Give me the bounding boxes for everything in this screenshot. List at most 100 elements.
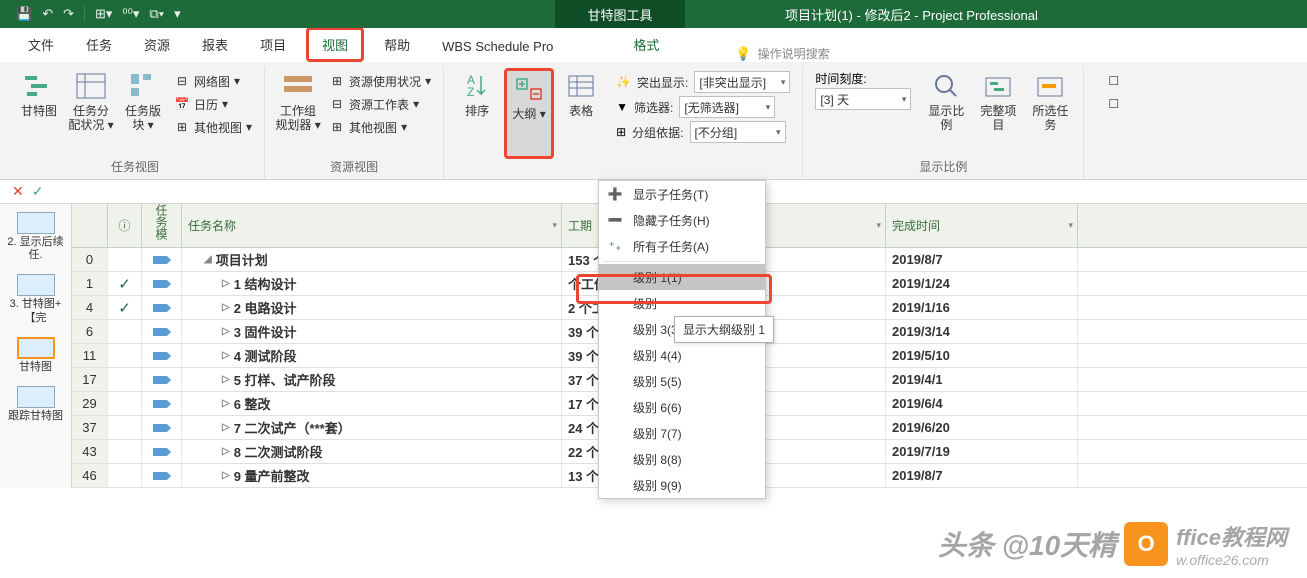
cell-info[interactable] <box>108 344 142 367</box>
team-planner-button[interactable]: 工作组规划器 ▾ <box>273 68 323 156</box>
tell-me-search[interactable]: 操作说明搜索 <box>735 45 829 62</box>
cell-finish[interactable]: 2019/6/4 <box>886 392 1078 415</box>
row-number[interactable]: 43 <box>72 440 108 463</box>
tab-report[interactable]: 报表 <box>186 27 244 62</box>
qat-dropdown-icon[interactable]: ▾ <box>174 6 181 22</box>
row-number[interactable]: 37 <box>72 416 108 439</box>
level-1-item[interactable]: 级别 1(1) <box>599 264 765 290</box>
expand-icon[interactable]: ◢ <box>204 254 212 265</box>
cell-name[interactable]: ◢项目计划 <box>182 248 562 271</box>
level-4-item[interactable]: 级别 4(4) <box>599 342 765 368</box>
checkbox[interactable]: ☐ <box>1108 93 1119 115</box>
level-9-item[interactable]: 级别 9(9) <box>599 472 765 498</box>
cell-mode[interactable] <box>142 320 182 343</box>
row-number[interactable]: 11 <box>72 344 108 367</box>
cell-info[interactable] <box>108 464 142 487</box>
qat-icon[interactable]: ⧉▾ <box>149 6 164 22</box>
network-diagram-button[interactable]: ⊟网络图 ▾ <box>174 70 252 92</box>
cell-name[interactable]: ▷4 测试阶段 <box>182 344 562 367</box>
dropdown-icon[interactable]: ▾ <box>552 220 557 231</box>
cell-mode[interactable] <box>142 344 182 367</box>
expand-icon[interactable]: ▷ <box>222 446 230 457</box>
task-usage-button[interactable]: 任务分配状况 ▾ <box>66 68 116 156</box>
cell-name[interactable]: ▷6 整改 <box>182 392 562 415</box>
cell-info[interactable]: ✓ <box>108 272 142 295</box>
expand-icon[interactable]: ▷ <box>222 422 230 433</box>
cell-mode[interactable] <box>142 296 182 319</box>
cell-finish[interactable]: 2019/1/16 <box>886 296 1078 319</box>
highlight-filter[interactable]: ✨ 突出显示: [非突出显示]▾ <box>616 70 790 94</box>
cell-mode[interactable] <box>142 464 182 487</box>
dropdown-icon[interactable]: ▾ <box>876 220 881 231</box>
view-item-4[interactable]: 跟踪甘特图 <box>2 382 69 427</box>
checkbox[interactable]: ☐ <box>1108 70 1119 92</box>
filter[interactable]: ▼ 筛选器: [无筛选器]▾ <box>616 95 790 119</box>
expand-icon[interactable]: ▷ <box>222 374 230 385</box>
accept-icon[interactable]: ✓ <box>32 183 44 200</box>
cell-info[interactable]: ✓ <box>108 296 142 319</box>
tab-format[interactable]: 格式 <box>617 27 675 62</box>
cell-mode[interactable] <box>142 440 182 463</box>
expand-icon[interactable]: ▷ <box>222 278 230 289</box>
level-2-item[interactable]: 级别 <box>599 290 765 316</box>
cell-name[interactable]: ▷3 固件设计 <box>182 320 562 343</box>
outline-button[interactable]: 大纲 ▾ <box>504 68 554 159</box>
other-views-button[interactable]: ⊞其他视图 ▾ <box>174 116 252 138</box>
tab-project[interactable]: 项目 <box>244 27 302 62</box>
view-item-3[interactable]: 甘特图 <box>2 333 69 378</box>
cell-info[interactable] <box>108 440 142 463</box>
cell-info[interactable] <box>108 416 142 439</box>
cell-finish[interactable]: 2019/3/14 <box>886 320 1078 343</box>
cell-finish[interactable]: 2019/8/7 <box>886 464 1078 487</box>
tab-view[interactable]: 视图 <box>306 27 364 62</box>
row-number[interactable]: 46 <box>72 464 108 487</box>
row-number[interactable]: 17 <box>72 368 108 391</box>
filter-combo[interactable]: [无筛选器]▾ <box>679 96 775 118</box>
cell-mode[interactable] <box>142 248 182 271</box>
cell-info[interactable] <box>108 368 142 391</box>
group-by[interactable]: ⊞ 分组依据: [不分组]▾ <box>616 120 790 144</box>
tab-resource[interactable]: 资源 <box>128 27 186 62</box>
task-board-button[interactable]: 任务版块 ▾ <box>118 68 168 156</box>
cell-mode[interactable] <box>142 272 182 295</box>
row-number[interactable]: 29 <box>72 392 108 415</box>
tab-task[interactable]: 任务 <box>70 27 128 62</box>
cell-mode[interactable] <box>142 416 182 439</box>
level-5-item[interactable]: 级别 5(5) <box>599 368 765 394</box>
row-number[interactable]: 6 <box>72 320 108 343</box>
cell-finish[interactable]: 2019/1/24 <box>886 272 1078 295</box>
hide-subtasks-item[interactable]: ➖隐藏子任务(H) <box>599 207 765 233</box>
cell-mode[interactable] <box>142 368 182 391</box>
col-finish[interactable]: 完成时间▾ <box>886 204 1078 247</box>
col-info[interactable]: ⓘ <box>108 204 142 247</box>
tab-wbs[interactable]: WBS Schedule Pro <box>426 31 569 62</box>
resource-usage-button[interactable]: ⊞资源使用状况 ▾ <box>329 70 431 92</box>
expand-icon[interactable]: ▷ <box>222 398 230 409</box>
expand-icon[interactable]: ▷ <box>222 302 230 313</box>
selected-tasks-button[interactable]: 所选任务 <box>1025 68 1075 156</box>
cell-finish[interactable]: 2019/5/10 <box>886 344 1078 367</box>
cell-name[interactable]: ▷2 电路设计 <box>182 296 562 319</box>
row-number[interactable]: 1 <box>72 272 108 295</box>
dropdown-icon[interactable]: ▾ <box>1068 220 1073 231</box>
cell-info[interactable] <box>108 248 142 271</box>
undo-icon[interactable]: ↶ <box>42 6 53 22</box>
sort-button[interactable]: AZ 排序 <box>452 68 502 159</box>
qat-icon[interactable]: ⁰⁰▾ <box>122 6 139 22</box>
tab-help[interactable]: 帮助 <box>368 27 426 62</box>
show-subtasks-item[interactable]: ➕显示子任务(T) <box>599 181 765 207</box>
redo-icon[interactable]: ↷ <box>63 6 74 22</box>
view-item-1[interactable]: 2. 显示后续任. <box>2 208 69 266</box>
entire-project-button[interactable]: 完整项目 <box>973 68 1023 156</box>
row-number[interactable]: 0 <box>72 248 108 271</box>
cell-finish[interactable]: 2019/6/20 <box>886 416 1078 439</box>
cell-name[interactable]: ▷8 二次测试阶段 <box>182 440 562 463</box>
col-mode[interactable]: 任务模 <box>142 204 182 247</box>
expand-icon[interactable]: ▷ <box>222 326 230 337</box>
cell-info[interactable] <box>108 392 142 415</box>
tables-button[interactable]: 表格 <box>556 68 606 159</box>
cell-name[interactable]: ▷1 结构设计 <box>182 272 562 295</box>
level-8-item[interactable]: 级别 8(8) <box>599 446 765 472</box>
highlight-combo[interactable]: [非突出显示]▾ <box>694 71 790 93</box>
cell-mode[interactable] <box>142 392 182 415</box>
